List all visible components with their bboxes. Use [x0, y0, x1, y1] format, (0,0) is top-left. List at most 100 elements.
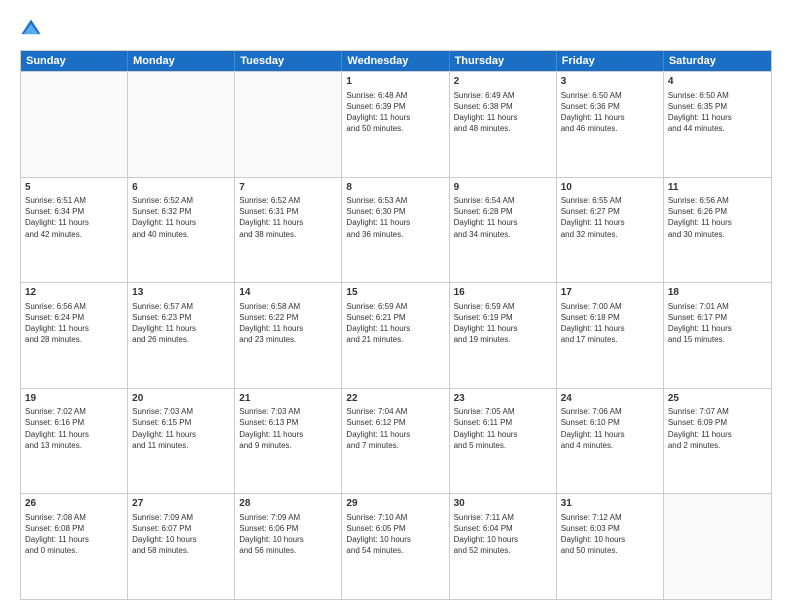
calendar-cell-10: 10Sunrise: 6:55 AM Sunset: 6:27 PM Dayli… — [557, 178, 664, 283]
calendar-cell-9: 9Sunrise: 6:54 AM Sunset: 6:28 PM Daylig… — [450, 178, 557, 283]
day-number: 25 — [668, 392, 767, 406]
calendar-row-2: 5Sunrise: 6:51 AM Sunset: 6:34 PM Daylig… — [21, 177, 771, 283]
day-info: Sunrise: 6:54 AM Sunset: 6:28 PM Dayligh… — [454, 195, 552, 240]
calendar-row-1: 1Sunrise: 6:48 AM Sunset: 6:39 PM Daylig… — [21, 71, 771, 177]
day-number: 31 — [561, 497, 659, 511]
day-info: Sunrise: 7:05 AM Sunset: 6:11 PM Dayligh… — [454, 406, 552, 451]
day-number: 8 — [346, 181, 444, 195]
calendar-header: SundayMondayTuesdayWednesdayThursdayFrid… — [21, 51, 771, 71]
calendar-cell-22: 22Sunrise: 7:04 AM Sunset: 6:12 PM Dayli… — [342, 389, 449, 494]
day-info: Sunrise: 7:10 AM Sunset: 6:05 PM Dayligh… — [346, 512, 444, 557]
day-info: Sunrise: 7:12 AM Sunset: 6:03 PM Dayligh… — [561, 512, 659, 557]
calendar-cell-21: 21Sunrise: 7:03 AM Sunset: 6:13 PM Dayli… — [235, 389, 342, 494]
calendar-cell-17: 17Sunrise: 7:00 AM Sunset: 6:18 PM Dayli… — [557, 283, 664, 388]
calendar-cell-1: 1Sunrise: 6:48 AM Sunset: 6:39 PM Daylig… — [342, 72, 449, 177]
day-info: Sunrise: 7:03 AM Sunset: 6:13 PM Dayligh… — [239, 406, 337, 451]
day-info: Sunrise: 6:59 AM Sunset: 6:21 PM Dayligh… — [346, 301, 444, 346]
day-info: Sunrise: 6:59 AM Sunset: 6:19 PM Dayligh… — [454, 301, 552, 346]
logo-icon — [20, 18, 42, 40]
day-info: Sunrise: 7:04 AM Sunset: 6:12 PM Dayligh… — [346, 406, 444, 451]
day-number: 30 — [454, 497, 552, 511]
day-info: Sunrise: 6:48 AM Sunset: 6:39 PM Dayligh… — [346, 90, 444, 135]
day-header-tuesday: Tuesday — [235, 51, 342, 71]
calendar-cell-23: 23Sunrise: 7:05 AM Sunset: 6:11 PM Dayli… — [450, 389, 557, 494]
calendar-cell-empty-0-2 — [235, 72, 342, 177]
day-number: 4 — [668, 75, 767, 89]
day-number: 14 — [239, 286, 337, 300]
day-number: 16 — [454, 286, 552, 300]
day-number: 12 — [25, 286, 123, 300]
day-number: 5 — [25, 181, 123, 195]
day-info: Sunrise: 6:51 AM Sunset: 6:34 PM Dayligh… — [25, 195, 123, 240]
calendar-cell-31: 31Sunrise: 7:12 AM Sunset: 6:03 PM Dayli… — [557, 494, 664, 599]
day-number: 20 — [132, 392, 230, 406]
calendar-cell-8: 8Sunrise: 6:53 AM Sunset: 6:30 PM Daylig… — [342, 178, 449, 283]
day-info: Sunrise: 7:06 AM Sunset: 6:10 PM Dayligh… — [561, 406, 659, 451]
calendar-cell-11: 11Sunrise: 6:56 AM Sunset: 6:26 PM Dayli… — [664, 178, 771, 283]
calendar-cell-empty-4-6 — [664, 494, 771, 599]
day-info: Sunrise: 7:03 AM Sunset: 6:15 PM Dayligh… — [132, 406, 230, 451]
day-number: 9 — [454, 181, 552, 195]
calendar-cell-18: 18Sunrise: 7:01 AM Sunset: 6:17 PM Dayli… — [664, 283, 771, 388]
day-number: 26 — [25, 497, 123, 511]
calendar-cell-25: 25Sunrise: 7:07 AM Sunset: 6:09 PM Dayli… — [664, 389, 771, 494]
day-info: Sunrise: 7:09 AM Sunset: 6:06 PM Dayligh… — [239, 512, 337, 557]
day-header-thursday: Thursday — [450, 51, 557, 71]
day-number: 28 — [239, 497, 337, 511]
calendar-cell-27: 27Sunrise: 7:09 AM Sunset: 6:07 PM Dayli… — [128, 494, 235, 599]
page: SundayMondayTuesdayWednesdayThursdayFrid… — [0, 0, 792, 612]
day-header-saturday: Saturday — [664, 51, 771, 71]
calendar-cell-29: 29Sunrise: 7:10 AM Sunset: 6:05 PM Dayli… — [342, 494, 449, 599]
day-info: Sunrise: 7:01 AM Sunset: 6:17 PM Dayligh… — [668, 301, 767, 346]
calendar-cell-2: 2Sunrise: 6:49 AM Sunset: 6:38 PM Daylig… — [450, 72, 557, 177]
day-number: 21 — [239, 392, 337, 406]
calendar-cell-5: 5Sunrise: 6:51 AM Sunset: 6:34 PM Daylig… — [21, 178, 128, 283]
calendar-cell-15: 15Sunrise: 6:59 AM Sunset: 6:21 PM Dayli… — [342, 283, 449, 388]
day-header-sunday: Sunday — [21, 51, 128, 71]
day-info: Sunrise: 6:53 AM Sunset: 6:30 PM Dayligh… — [346, 195, 444, 240]
calendar-cell-30: 30Sunrise: 7:11 AM Sunset: 6:04 PM Dayli… — [450, 494, 557, 599]
calendar-cell-4: 4Sunrise: 6:50 AM Sunset: 6:35 PM Daylig… — [664, 72, 771, 177]
day-info: Sunrise: 6:57 AM Sunset: 6:23 PM Dayligh… — [132, 301, 230, 346]
day-number: 7 — [239, 181, 337, 195]
day-info: Sunrise: 6:52 AM Sunset: 6:32 PM Dayligh… — [132, 195, 230, 240]
day-number: 3 — [561, 75, 659, 89]
calendar-row-5: 26Sunrise: 7:08 AM Sunset: 6:08 PM Dayli… — [21, 493, 771, 599]
header — [20, 18, 772, 40]
day-number: 6 — [132, 181, 230, 195]
calendar-cell-16: 16Sunrise: 6:59 AM Sunset: 6:19 PM Dayli… — [450, 283, 557, 388]
calendar-cell-3: 3Sunrise: 6:50 AM Sunset: 6:36 PM Daylig… — [557, 72, 664, 177]
calendar-cell-26: 26Sunrise: 7:08 AM Sunset: 6:08 PM Dayli… — [21, 494, 128, 599]
calendar: SundayMondayTuesdayWednesdayThursdayFrid… — [20, 50, 772, 600]
day-info: Sunrise: 6:52 AM Sunset: 6:31 PM Dayligh… — [239, 195, 337, 240]
day-info: Sunrise: 6:56 AM Sunset: 6:26 PM Dayligh… — [668, 195, 767, 240]
day-number: 13 — [132, 286, 230, 300]
calendar-cell-empty-0-0 — [21, 72, 128, 177]
day-number: 2 — [454, 75, 552, 89]
calendar-cell-28: 28Sunrise: 7:09 AM Sunset: 6:06 PM Dayli… — [235, 494, 342, 599]
day-number: 18 — [668, 286, 767, 300]
day-number: 23 — [454, 392, 552, 406]
day-info: Sunrise: 6:50 AM Sunset: 6:36 PM Dayligh… — [561, 90, 659, 135]
day-number: 29 — [346, 497, 444, 511]
day-info: Sunrise: 7:08 AM Sunset: 6:08 PM Dayligh… — [25, 512, 123, 557]
calendar-cell-24: 24Sunrise: 7:06 AM Sunset: 6:10 PM Dayli… — [557, 389, 664, 494]
calendar-cell-14: 14Sunrise: 6:58 AM Sunset: 6:22 PM Dayli… — [235, 283, 342, 388]
calendar-body: 1Sunrise: 6:48 AM Sunset: 6:39 PM Daylig… — [21, 71, 771, 599]
day-info: Sunrise: 6:56 AM Sunset: 6:24 PM Dayligh… — [25, 301, 123, 346]
day-info: Sunrise: 7:11 AM Sunset: 6:04 PM Dayligh… — [454, 512, 552, 557]
day-info: Sunrise: 6:49 AM Sunset: 6:38 PM Dayligh… — [454, 90, 552, 135]
day-info: Sunrise: 6:55 AM Sunset: 6:27 PM Dayligh… — [561, 195, 659, 240]
day-number: 15 — [346, 286, 444, 300]
calendar-cell-empty-0-1 — [128, 72, 235, 177]
day-number: 10 — [561, 181, 659, 195]
day-number: 24 — [561, 392, 659, 406]
day-number: 19 — [25, 392, 123, 406]
day-info: Sunrise: 7:00 AM Sunset: 6:18 PM Dayligh… — [561, 301, 659, 346]
day-number: 27 — [132, 497, 230, 511]
day-info: Sunrise: 6:58 AM Sunset: 6:22 PM Dayligh… — [239, 301, 337, 346]
day-number: 17 — [561, 286, 659, 300]
calendar-row-4: 19Sunrise: 7:02 AM Sunset: 6:16 PM Dayli… — [21, 388, 771, 494]
day-number: 22 — [346, 392, 444, 406]
calendar-cell-12: 12Sunrise: 6:56 AM Sunset: 6:24 PM Dayli… — [21, 283, 128, 388]
